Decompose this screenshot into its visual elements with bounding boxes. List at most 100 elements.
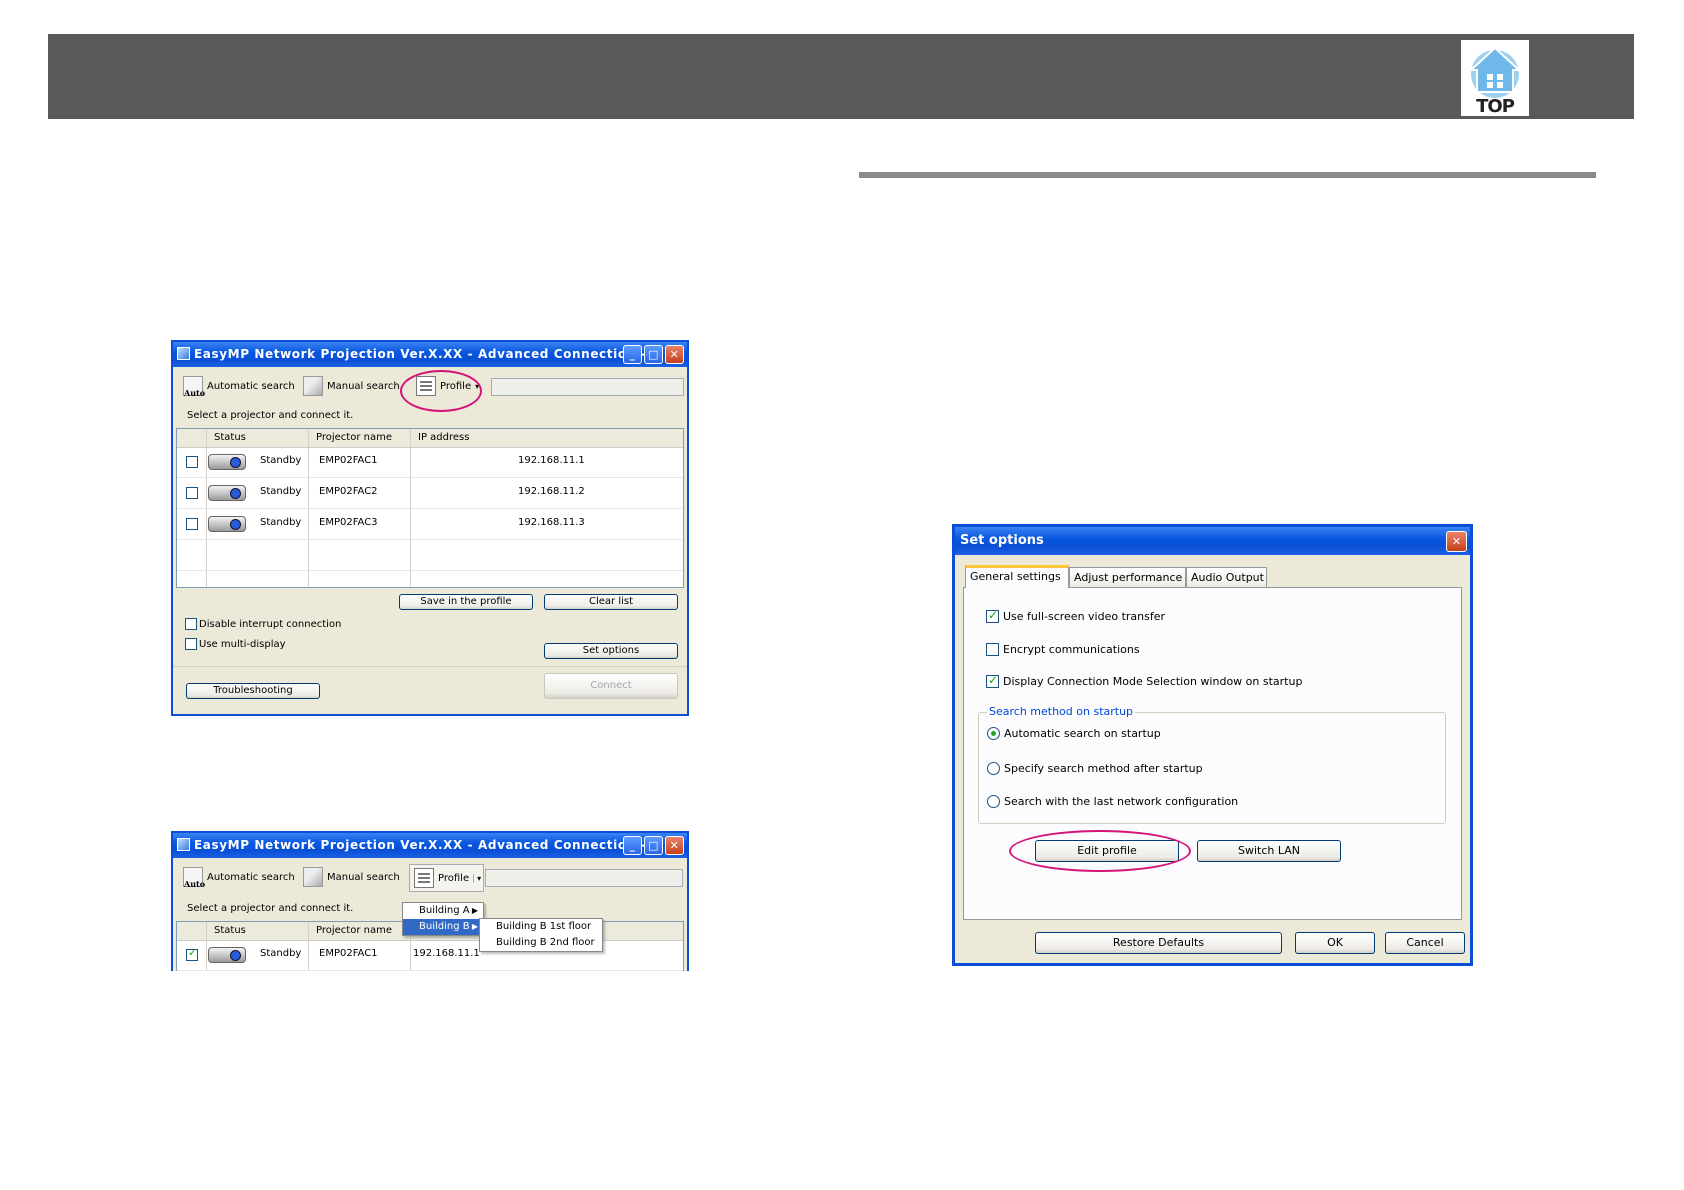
row-ip-address: 192.168.11.2 (518, 486, 585, 497)
radio-last-network[interactable]: Search with the last network configurati… (987, 795, 1238, 808)
encrypt-communications-checkbox[interactable]: Encrypt communications (986, 643, 1140, 656)
row-checkbox[interactable] (186, 487, 198, 499)
profile-highlight-ellipse (400, 370, 482, 412)
maximize-button[interactable]: □ (644, 836, 663, 855)
radio-circle[interactable] (987, 762, 1000, 775)
table-row[interactable]: Standby EMP02FAC2 192.168.11.2 (177, 478, 683, 509)
profile-dropdown-menu: Building A ▶ Building B ▶ (402, 902, 484, 936)
profile-combo[interactable] (485, 869, 683, 887)
use-full-screen-checkbox[interactable]: Use full-screen video transfer (986, 608, 1166, 623)
submenu-item-1st-floor[interactable]: Building B 1st floor (480, 919, 602, 935)
dialog-titlebar: Set options ✕ (955, 527, 1470, 555)
table-row[interactable]: Standby EMP02FAC1 192.168.11.1 (177, 447, 683, 478)
group-label: Search method on startup (987, 705, 1136, 718)
minimize-button[interactable]: _ (623, 836, 642, 855)
row-status: Standby (260, 455, 302, 466)
select-hint: Select a projector and connect it. (187, 903, 354, 914)
troubleshooting-button[interactable]: Troubleshooting (186, 683, 320, 699)
column-status[interactable]: Status (214, 925, 246, 936)
top-button[interactable]: TOP (1461, 40, 1529, 117)
set-options-dialog: Set options ✕ General settings Adjust pe… (952, 524, 1473, 966)
row-checkbox[interactable] (186, 456, 198, 468)
row-projector-name: EMP02FAC3 (319, 517, 378, 528)
restore-defaults-button[interactable]: Restore Defaults (1035, 932, 1282, 954)
column-projector-name[interactable]: Projector name (316, 432, 392, 443)
column-status[interactable]: Status (214, 432, 246, 443)
tab-general-settings[interactable]: General settings (965, 565, 1069, 588)
clear-list-button[interactable]: Clear list (544, 594, 678, 610)
checkbox-box[interactable] (986, 643, 999, 656)
disable-interrupt-checkbox[interactable]: Disable interrupt connection (185, 618, 341, 630)
use-multi-display-label: Use multi-display (199, 638, 286, 650)
top-label: TOP (1476, 96, 1515, 117)
row-status: Standby (260, 486, 302, 497)
menu-item-building-b[interactable]: Building B ▶ (403, 919, 483, 935)
switch-lan-button[interactable]: Switch LAN (1197, 840, 1341, 862)
use-multi-display-checkbox[interactable]: Use multi-display (185, 638, 286, 650)
manual-search-button[interactable]: Manual search (303, 864, 400, 890)
tab-audio-output[interactable]: Audio Output (1186, 567, 1267, 587)
radio-circle[interactable] (987, 795, 1000, 808)
close-button[interactable]: ✕ (1446, 531, 1467, 552)
checkbox-box[interactable] (185, 638, 197, 650)
checkbox-box[interactable] (986, 608, 999, 623)
table-row[interactable]: Standby EMP02FAC1 192.168.11.1 (177, 940, 683, 971)
checkbox-label: Use full-screen video transfer (1003, 610, 1166, 623)
display-connection-mode-checkbox[interactable]: Display Connection Mode Selection window… (986, 673, 1303, 688)
projector-list[interactable]: Status Projector name IP address Standby… (176, 428, 684, 588)
tab-adjust-performance[interactable]: Adjust performance (1069, 567, 1186, 587)
submenu-item-2nd-floor[interactable]: Building B 2nd floor (480, 935, 602, 951)
projector-icon (208, 516, 246, 532)
column-ip-address[interactable]: IP address (418, 432, 469, 443)
projector-icon (208, 947, 246, 963)
search-method-group: Search method on startup Automatic searc… (978, 705, 1446, 824)
profile-combo[interactable] (491, 378, 684, 396)
profile-dropdown-icon[interactable]: ▾ (473, 873, 481, 883)
automatic-search-button[interactable]: Auto Automatic search (183, 373, 295, 399)
radio-specify-search[interactable]: Specify search method after startup (987, 762, 1203, 775)
ok-button[interactable]: OK (1295, 932, 1375, 954)
general-settings-panel: Use full-screen video transfer Encrypt c… (963, 587, 1462, 920)
automatic-search-label: Automatic search (207, 871, 295, 883)
automatic-search-button[interactable]: Auto Automatic search (183, 864, 295, 890)
easymp-window-profile-menu: EasyMP Network Projection Ver.X.XX - Adv… (171, 831, 689, 971)
table-row-empty (177, 540, 683, 571)
close-button[interactable]: ✕ (665, 345, 684, 364)
save-in-profile-button[interactable]: Save in the profile (399, 594, 533, 610)
auto-search-icon: Auto (183, 867, 205, 889)
connect-button[interactable]: Connect (544, 673, 678, 699)
window-titlebar: EasyMP Network Projection Ver.X.XX - Adv… (173, 833, 687, 858)
row-checkbox[interactable] (186, 518, 198, 530)
page-header-bar: TOP (48, 34, 1634, 119)
table-row[interactable]: Standby EMP02FAC3 192.168.11.3 (177, 509, 683, 540)
profile-button[interactable]: Profile ▾ (409, 864, 485, 892)
window-title: EasyMP Network Projection Ver.X.XX - Adv… (194, 838, 647, 852)
edit-profile-highlight-ellipse (1009, 830, 1191, 872)
column-projector-name[interactable]: Projector name (316, 925, 392, 936)
radio-circle[interactable] (987, 727, 1000, 740)
radio-label: Search with the last network configurati… (1004, 795, 1239, 808)
checkbox-box[interactable] (986, 673, 999, 688)
close-button[interactable]: ✕ (665, 836, 684, 855)
manual-search-button[interactable]: Manual search (303, 373, 400, 399)
row-ip-address: 192.168.11.1 (518, 455, 585, 466)
select-hint: Select a projector and connect it. (187, 410, 354, 421)
projector-icon (208, 454, 246, 470)
dialog-title: Set options (960, 533, 1044, 548)
menu-item-building-a[interactable]: Building A ▶ (403, 903, 483, 919)
manual-search-icon (303, 867, 323, 887)
radio-automatic-search[interactable]: Automatic search on startup (987, 727, 1161, 740)
minimize-button[interactable]: _ (623, 345, 642, 364)
disable-interrupt-label: Disable interrupt connection (199, 618, 342, 630)
checkbox-box[interactable] (185, 618, 197, 630)
profile-submenu: Building B 1st floor Building B 2nd floo… (479, 918, 603, 952)
window-titlebar: EasyMP Network Projection Ver.X.XX - Adv… (173, 342, 687, 367)
projector-icon (208, 485, 246, 501)
row-checkbox[interactable] (186, 946, 198, 961)
set-options-button[interactable]: Set options (544, 643, 678, 659)
easymp-window-advanced: EasyMP Network Projection Ver.X.XX - Adv… (171, 340, 689, 716)
cancel-button[interactable]: Cancel (1385, 932, 1465, 954)
maximize-button[interactable]: □ (644, 345, 663, 364)
row-projector-name: EMP02FAC2 (319, 486, 378, 497)
checkbox-label: Display Connection Mode Selection window… (1003, 675, 1303, 688)
